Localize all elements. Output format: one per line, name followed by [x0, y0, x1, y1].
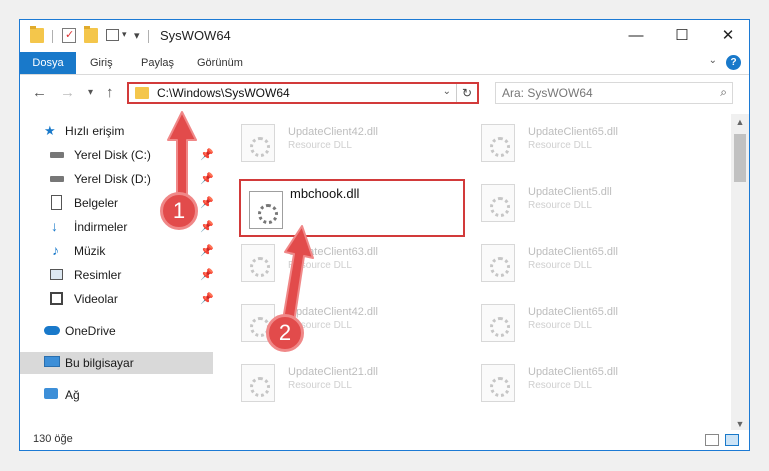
step-badge-1: 1	[160, 192, 198, 230]
step-badge-2: 2	[266, 314, 304, 352]
arrow-2	[282, 225, 314, 323]
arrow-1	[167, 111, 197, 201]
annotation-layer	[167, 111, 314, 323]
